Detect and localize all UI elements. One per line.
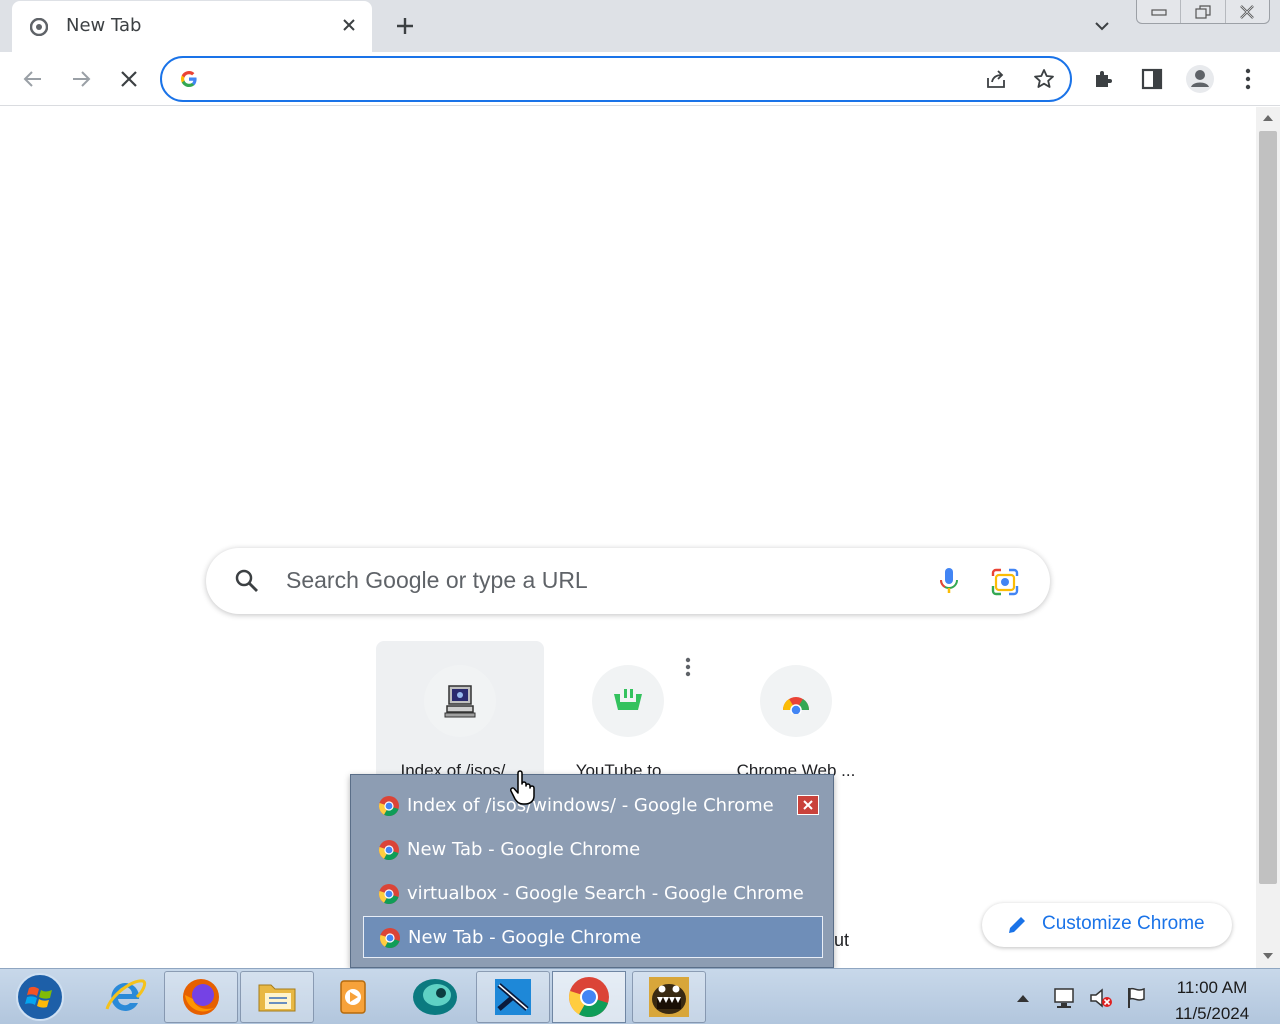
chrome-icon (379, 927, 401, 949)
show-hidden-icons-icon[interactable] (1010, 985, 1036, 1011)
restore-icon[interactable] (1180, 0, 1224, 23)
volume-muted-icon[interactable] (1088, 985, 1114, 1011)
tab-title: New Tab (66, 15, 142, 36)
chrome-favicon-icon (29, 17, 49, 37)
customize-chrome-label: Customize Chrome (1042, 913, 1205, 934)
google-g-icon (179, 69, 199, 89)
address-bar[interactable] (160, 56, 1072, 102)
new-tab-plus-icon[interactable] (390, 11, 420, 41)
tab-new-tab[interactable]: New Tab (12, 1, 372, 52)
file-explorer-icon[interactable] (240, 971, 314, 1023)
window-controls (1136, 0, 1270, 24)
voice-search-mic-icon[interactable] (936, 566, 962, 596)
clock-time: 11:00 AM (1176, 978, 1248, 997)
forward-arrow-icon[interactable] (65, 63, 97, 95)
window-list-item-active[interactable]: New Tab - Google Chrome (363, 916, 823, 958)
taskbar-window-list: Index of /isos/windows/ - Google Chrome … (350, 774, 834, 968)
computer-icon (424, 665, 496, 737)
scroll-down-arrow-icon[interactable] (1263, 953, 1273, 959)
window-list-item[interactable]: New Tab - Google Chrome (363, 829, 823, 871)
chrome-web-store-icon (760, 665, 832, 737)
chrome-icon (378, 883, 400, 905)
more-menu-icon[interactable] (1232, 63, 1264, 95)
ntp-search-box[interactable]: Search Google or type a URL (206, 548, 1050, 614)
close-window-icon[interactable] (797, 795, 819, 815)
shortcut-tile[interactable]: Chrome Web ... (712, 641, 880, 781)
scroll-up-arrow-icon[interactable] (1263, 115, 1273, 121)
pencil-icon (1006, 914, 1028, 936)
firefox-icon[interactable] (164, 971, 238, 1023)
search-icon (234, 568, 260, 594)
partial-shortcut-label: ut (834, 930, 850, 950)
action-center-flag-icon[interactable] (1124, 985, 1150, 1011)
tab-close-icon[interactable] (338, 14, 360, 36)
scroll-thumb[interactable] (1259, 131, 1277, 884)
chrome-icon (378, 839, 400, 861)
internet-explorer-icon[interactable] (88, 971, 162, 1023)
extensions-puzzle-icon[interactable] (1088, 63, 1120, 95)
back-arrow-icon[interactable] (17, 63, 49, 95)
app-icon (592, 665, 664, 737)
address-input[interactable] (210, 66, 970, 92)
window-list-item-label: Index of /isos/windows/ - Google Chrome (407, 795, 774, 816)
blue-app-icon[interactable] (476, 971, 550, 1023)
side-panel-icon[interactable] (1136, 63, 1168, 95)
windows-taskbar: 11:00 AM 11/5/2024 (0, 968, 1280, 1024)
windows-start-icon[interactable] (14, 972, 66, 1022)
share-icon[interactable] (980, 63, 1012, 95)
window-list-item-label: New Tab - Google Chrome (408, 927, 642, 948)
shortcut-tile[interactable]: Index of /isos/... (376, 641, 544, 781)
minimize-icon[interactable] (1137, 0, 1180, 23)
teal-app-icon[interactable] (398, 971, 472, 1023)
system-clock[interactable]: 11:00 AM 11/5/2024 (1160, 975, 1264, 1024)
profile-avatar-icon[interactable] (1184, 63, 1216, 95)
stop-loading-icon[interactable] (113, 63, 145, 95)
window-list-item-label: New Tab - Google Chrome (407, 839, 641, 860)
tab-strip: New Tab (0, 0, 1280, 52)
chrome-taskbar-icon[interactable] (552, 971, 626, 1023)
chrome-icon (378, 795, 400, 817)
customize-chrome-button[interactable]: Customize Chrome (982, 903, 1232, 947)
window-list-item-label: virtualbox - Google Search - Google Chro… (407, 883, 804, 904)
monster-app-icon[interactable] (632, 971, 706, 1023)
window-close-icon[interactable] (1224, 0, 1269, 23)
toolbar (0, 52, 1280, 106)
screen: New Tab Search Google or type a URL Inde… (0, 0, 1280, 1024)
window-list-item[interactable]: virtualbox - Google Search - Google Chro… (363, 873, 823, 915)
hand-cursor-icon (509, 770, 537, 806)
media-player-icon[interactable] (316, 971, 390, 1023)
network-icon[interactable] (1052, 985, 1078, 1011)
vertical-scrollbar[interactable] (1256, 107, 1280, 968)
bookmark-star-icon[interactable] (1028, 63, 1060, 95)
window-list-item[interactable]: Index of /isos/windows/ - Google Chrome (363, 785, 823, 827)
tile-more-actions-icon[interactable] (676, 655, 700, 679)
clock-date: 11/5/2024 (1174, 1004, 1250, 1023)
google-lens-camera-icon[interactable] (990, 567, 1020, 597)
tab-search-chevron-icon[interactable] (1090, 14, 1114, 38)
ntp-search-placeholder: Search Google or type a URL (286, 567, 588, 593)
